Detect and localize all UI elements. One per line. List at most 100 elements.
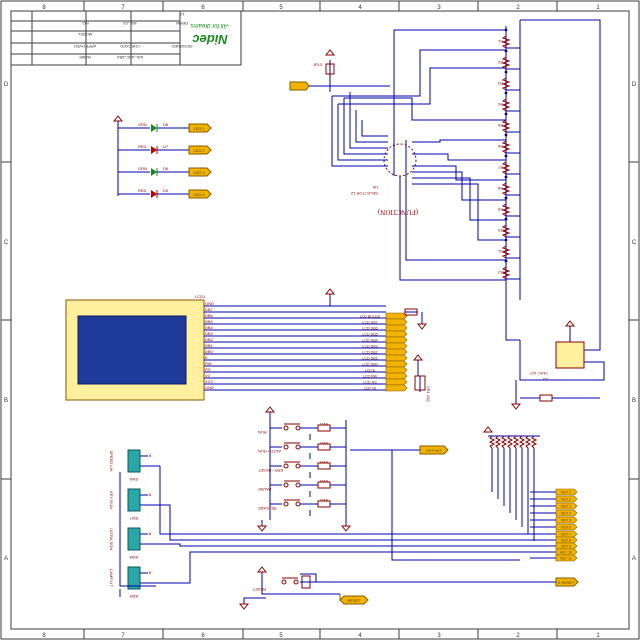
button-label: PAUSE xyxy=(258,487,272,492)
key-net-label: KEY 4 xyxy=(561,512,571,516)
led-net-4: LED 4 xyxy=(193,192,205,197)
junction-dot xyxy=(504,91,508,95)
led-net-2: LED 2 xyxy=(193,148,205,153)
lcd-net-label: LCD DB0 xyxy=(362,363,377,367)
led-ref-2: D7 xyxy=(163,144,169,149)
junction-dot xyxy=(504,28,508,32)
key-net-label: KEY 9 xyxy=(561,545,571,549)
junction-dot xyxy=(504,238,508,242)
toggle-ref: SW6 xyxy=(129,477,138,482)
resistor-label: R8 xyxy=(497,186,503,191)
title-row-approved: APPROVED xyxy=(74,44,96,49)
led-ref-1: D8 xyxy=(163,122,169,127)
button-ref: SW2 xyxy=(319,441,328,446)
junction-dot xyxy=(504,112,508,116)
lcd-net-flag xyxy=(385,360,408,368)
led-net-3: LED 3 xyxy=(193,170,205,175)
lcd-net-label: LCD DB1 xyxy=(362,357,377,361)
resistor-label: R4 xyxy=(497,102,503,107)
lcd-pin-label: VCC xyxy=(205,379,214,384)
mid-flag: KEY INT xyxy=(426,448,442,453)
key-net-label: KEY 11 xyxy=(560,557,572,561)
resistor-label: R12 xyxy=(497,270,505,275)
title-block: NAME ASL-ABC-ABX APPROVED CHECKED DESIGN… xyxy=(10,10,242,66)
lcd-pot: VR1 10K xyxy=(426,386,431,402)
resistor-label: R3 xyxy=(497,81,503,86)
led-net-1: LED 1 xyxy=(193,126,205,131)
led-color-2: RED xyxy=(138,144,147,149)
button-label: AUTO / RUN xyxy=(258,449,281,454)
lcd-net-flag xyxy=(385,318,408,326)
lcd-net-flag xyxy=(385,384,408,392)
lcd-net-flag xyxy=(385,366,408,374)
key-net-label: KEY 1 xyxy=(561,491,571,495)
selector-ref: U6 xyxy=(372,185,378,190)
button-label: ERR / RESET xyxy=(257,468,283,473)
lcd-pin-label: E xyxy=(205,355,208,360)
key-net-label: KEY 6 xyxy=(561,526,571,530)
key-net-label: KEY 3 xyxy=(561,505,571,509)
lcd-net-flag xyxy=(385,336,408,344)
lcd-pin-label: GND xyxy=(205,301,214,306)
lcd-pin-label: RW xyxy=(205,361,212,366)
key-net-label: KEY 8 xyxy=(561,539,571,543)
resistor-label: R11 xyxy=(497,249,505,254)
key-net-label: KEY 10 xyxy=(560,551,572,555)
resistor-label: R9 xyxy=(497,207,503,212)
toggle-label: SPEED L/H xyxy=(109,451,114,472)
zone-right-d: D xyxy=(632,82,637,88)
lcd-pin-label: DB3 xyxy=(205,331,214,336)
junction-dot xyxy=(504,133,508,137)
key-net-label: KEY 2 xyxy=(561,498,571,502)
led-color-3: GRN xyxy=(138,166,147,171)
led-ref-4: D5 xyxy=(163,188,169,193)
lcd-pin-label: DB5 xyxy=(205,319,214,324)
brand-tagline: -All for dreams xyxy=(190,22,229,28)
title-row-name-label: NAME xyxy=(79,55,91,60)
zone-right-c: C xyxy=(632,240,637,246)
lcd-net-label: LCD RW xyxy=(363,375,378,379)
lcd-pin-label: GND xyxy=(205,385,214,390)
resistor-label: R6 xyxy=(497,144,503,149)
lcd-net-label: LCD DB4 xyxy=(362,339,377,343)
lcd-net-label: LCD DB2 xyxy=(362,351,377,355)
led-color-1: GRN xyxy=(138,122,147,127)
function-label: (FUNCTION) xyxy=(377,208,418,216)
junction-dot xyxy=(504,70,508,74)
lcd-net-flag xyxy=(385,330,408,338)
junction-dot xyxy=(504,154,508,158)
title-row-name-value: ASL-ABC-ABX xyxy=(116,55,143,60)
junction-dot xyxy=(504,196,508,200)
button-label: RELEASE xyxy=(258,506,277,511)
lcd-net-flag xyxy=(385,372,408,380)
junction-dot xyxy=(504,175,508,179)
selector-jumper: JP13 xyxy=(313,62,323,67)
brand-logo: Nidec xyxy=(192,32,228,47)
button-ref: SW5 xyxy=(319,498,328,503)
lcd-pin-label: DB7 xyxy=(205,307,214,312)
lcd-net-label: LCD RS xyxy=(363,381,377,385)
key-net-label: KEY 7 xyxy=(561,533,571,537)
junction-dot xyxy=(504,217,508,221)
zone-left-b: B xyxy=(4,398,8,404)
toggle-x-mark: × xyxy=(148,532,152,538)
toggle-x-mark: × xyxy=(148,454,152,460)
toggle-ref: SW8 xyxy=(129,555,138,560)
toggle-ref: SW7 xyxy=(129,516,138,521)
lcd-net-flag xyxy=(385,312,408,320)
lcd-net-label: LCD V0 xyxy=(364,387,377,391)
toggle-x-mark: × xyxy=(148,571,152,577)
lcd-net-flag xyxy=(385,354,408,362)
resistor-label: R7 xyxy=(497,165,503,170)
ic-name: 74HC 157 xyxy=(529,371,548,376)
title-row-checked: CHECKED xyxy=(120,44,140,49)
lcd-net-label: LCD DB3 xyxy=(362,345,377,349)
lcd-pin-label: DB2 xyxy=(205,337,214,342)
ic-body xyxy=(555,341,585,369)
lcd-ref: LCD1 xyxy=(195,294,206,299)
lcd-pin-label: DB0 xyxy=(205,349,214,354)
toggle-label: LAMP LIT xyxy=(109,569,114,587)
led-ref-3: D6 xyxy=(163,166,169,171)
right-net: S RESET xyxy=(557,580,575,585)
toggle-body xyxy=(127,449,141,473)
